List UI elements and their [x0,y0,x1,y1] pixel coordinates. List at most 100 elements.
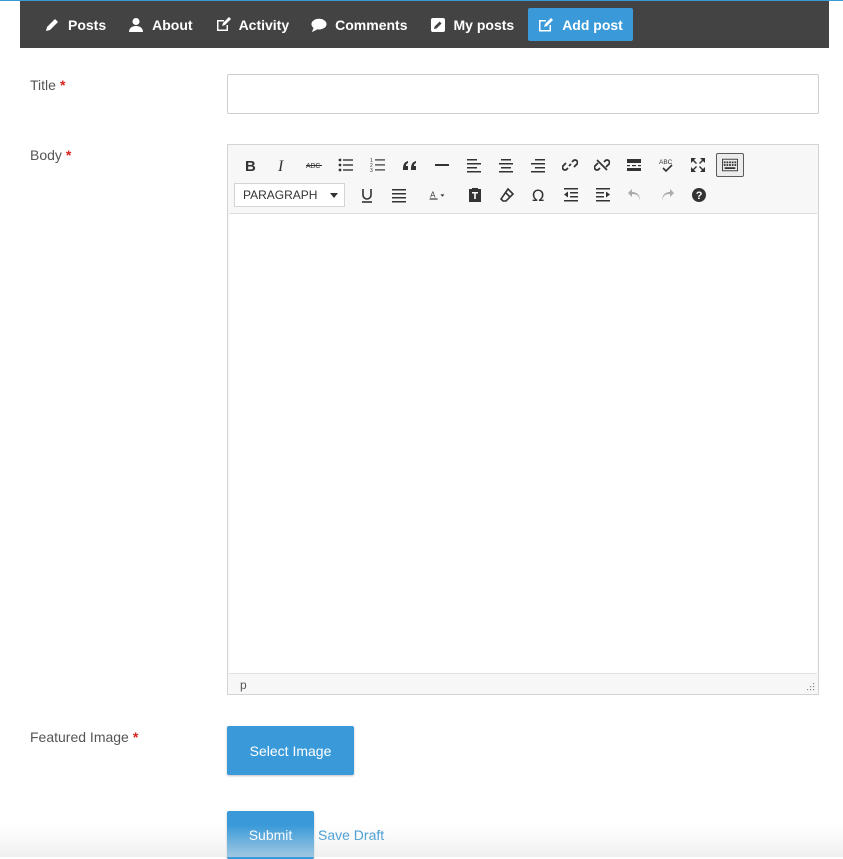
bullet-list-icon [338,158,353,172]
svg-text:3: 3 [370,168,373,173]
fullscreen-icon [691,158,705,172]
underline-button[interactable] [351,181,383,209]
align-right-button[interactable] [522,151,554,179]
redo-icon [662,189,674,201]
strikethrough-button[interactable]: ABC [298,151,330,179]
svg-text:?: ? [696,190,703,202]
nav-activity-label: Activity [238,16,290,33]
chevron-down-icon [330,192,338,198]
body-label-text: Body [30,147,62,163]
read-more-button[interactable] [618,151,650,179]
svg-text:A: A [430,190,436,199]
special-character-button[interactable]: Ω [523,181,555,209]
main-navbar: Posts About Activity Comments My posts A… [20,1,829,48]
toolbar-toggle-button[interactable] [716,153,744,177]
quote-icon [403,161,416,170]
unlink-icon [594,159,610,171]
bullet-list-button[interactable] [330,151,362,179]
link-icon [562,159,578,171]
blockquote-button[interactable] [394,151,426,179]
format-select[interactable]: PARAGRAPH [234,183,345,207]
align-center-button[interactable] [490,151,522,179]
svg-text:ABC: ABC [659,159,673,166]
featured-image-label-text: Featured Image [30,729,129,745]
nav-posts[interactable]: Posts [36,8,114,41]
help-icon: ? [692,188,706,202]
undo-button[interactable] [619,181,651,209]
indent-button[interactable] [587,181,619,209]
select-image-button[interactable]: Select Image [227,726,354,775]
align-left-icon [467,159,481,173]
nav-add-post-label: Add post [562,16,623,33]
text-color-button[interactable]: A [415,181,459,209]
omega-icon: Ω [532,187,544,203]
italic-button[interactable]: I [266,151,298,179]
editor-toolbar-row-2: PARAGRAPH A Ω ? [234,181,715,209]
horizontal-rule-icon [435,164,449,166]
edit-icon [216,16,231,31]
featured-image-label: Featured Image * [30,729,138,745]
unlink-button[interactable] [586,151,618,179]
title-input[interactable] [227,74,819,114]
eraser-icon [499,187,515,202]
link-button[interactable] [554,151,586,179]
svg-text:I: I [277,158,284,173]
nav-my-posts[interactable]: My posts [422,8,523,41]
redo-button[interactable] [651,181,683,209]
svg-text:Ω: Ω [532,187,544,203]
spellcheck-icon: ABC [659,159,673,173]
justify-button[interactable] [383,181,415,209]
required-mark: * [65,147,72,163]
required-mark: * [132,729,139,745]
nav-comments-label: Comments [335,16,408,33]
title-label: Title * [30,77,65,93]
help-button[interactable]: ? [683,181,715,209]
align-left-button[interactable] [458,151,490,179]
nav-about[interactable]: About [120,8,200,41]
clipboard-icon [469,188,481,202]
underline-icon [362,189,372,203]
undo-icon [628,189,640,201]
submit-button[interactable]: Submit [227,811,314,859]
comment-icon [311,18,327,32]
nav-about-label: About [152,16,193,33]
pencil-square-icon [430,17,445,32]
nav-comments[interactable]: Comments [303,8,415,41]
align-right-icon [531,159,545,173]
read-more-icon [627,159,641,171]
svg-text:ABC: ABC [306,163,320,170]
format-select-value: PARAGRAPH [243,188,318,202]
edit-icon [539,17,554,31]
align-center-icon [499,159,513,173]
pencil-icon [46,18,58,31]
save-draft-link[interactable]: Save Draft [318,827,384,843]
rich-text-editor: B I ABC 123 ABC PARAGRAPH A Ω ? p [227,144,819,695]
clear-formatting-button[interactable] [491,181,523,209]
svg-text:B: B [245,158,256,173]
editor-element-path[interactable]: p [240,678,247,692]
nav-add-post[interactable]: Add post [528,8,633,41]
text-color-icon: A [429,190,445,200]
nav-posts-label: Posts [68,16,107,33]
bold-icon: B [245,158,256,173]
fullscreen-button[interactable] [682,151,714,179]
paste-as-text-button[interactable] [459,181,491,209]
nav-activity[interactable]: Activity [207,8,298,41]
resize-handle-icon[interactable] [806,682,815,691]
indent-icon [596,188,610,202]
editor-content-area[interactable] [229,213,817,674]
bold-button[interactable]: B [234,151,266,179]
outdent-button[interactable] [555,181,587,209]
outdent-icon [564,188,578,202]
spellcheck-button[interactable]: ABC [650,151,682,179]
required-mark: * [59,77,66,93]
bottom-fade [0,825,843,857]
title-label-text: Title [30,77,56,93]
italic-icon: I [277,158,284,173]
horizontal-rule-button[interactable] [426,151,458,179]
numbered-list-button[interactable]: 123 [362,151,394,179]
editor-toolbar-row-1: B I ABC 123 ABC [234,151,746,179]
keyboard-icon [722,158,738,172]
body-label: Body * [30,147,71,163]
numbered-list-icon: 123 [370,158,385,173]
